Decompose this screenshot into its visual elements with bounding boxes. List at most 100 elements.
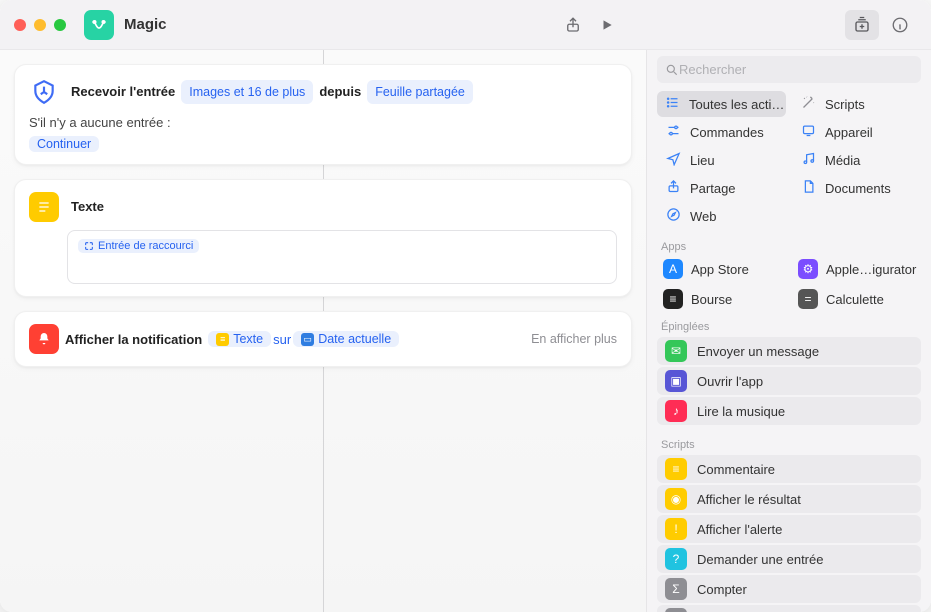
item-label: Lire la musique <box>697 404 785 419</box>
no-input-behaviour-token[interactable]: Continuer <box>29 136 99 152</box>
share-button[interactable] <box>556 10 590 40</box>
section-pinned-label: Épinglées <box>647 315 931 335</box>
app-icon: = <box>798 289 818 309</box>
app-icon: ▣ <box>665 370 687 392</box>
item-label: Compter <box>697 582 747 597</box>
section-apps-label: Apps <box>647 235 931 255</box>
share-icon <box>665 179 681 197</box>
no-input-label: S'il n'y a aucune entrée : <box>29 115 617 130</box>
date-variable-icon: ▭ <box>301 333 314 346</box>
app-icon: A <box>663 259 683 279</box>
shortcut-title: Magic <box>124 16 167 33</box>
list-icon <box>665 95 680 113</box>
search-input[interactable] <box>679 62 913 77</box>
item-label: Demander une entrée <box>697 552 823 567</box>
script-item[interactable]: ΣCompter <box>657 575 921 603</box>
notification-text-token[interactable]: ≡ Texte <box>208 331 271 347</box>
device-icon <box>800 123 816 141</box>
action-title-label: Afficher la notification <box>65 332 202 347</box>
script-item[interactable]: ? Demander une entrée <box>657 545 921 573</box>
category-label: Appareil <box>825 125 873 140</box>
action-title-label: Recevoir l'entrée <box>71 80 175 103</box>
item-label: App Store <box>691 262 749 277</box>
doc-icon <box>800 179 816 197</box>
category-label: Web <box>690 209 717 224</box>
shortcut-input-variable-token[interactable]: Entrée de raccourci <box>78 239 199 253</box>
category-label: Lieu <box>690 153 715 168</box>
script-item[interactable]: ≡ Commentaire <box>657 455 921 483</box>
input-source-token[interactable]: Feuille partagée <box>367 80 473 105</box>
search-field[interactable] <box>657 56 921 83</box>
category-slider[interactable]: Commandes <box>657 119 786 145</box>
app-item[interactable]: ⚙ Apple…igurator <box>792 255 921 283</box>
pinned-item[interactable]: ▣Ouvrir l'app <box>657 367 921 395</box>
app-item[interactable]: = Calculette <box>792 285 921 313</box>
window-controls[interactable] <box>14 19 66 31</box>
category-share[interactable]: Partage <box>657 175 786 201</box>
category-doc[interactable]: Documents <box>792 175 921 201</box>
category-label: Scripts <box>825 97 865 112</box>
app-icon: ? <box>665 548 687 570</box>
library-toggle-button[interactable] <box>845 10 879 40</box>
run-button[interactable] <box>590 10 624 40</box>
notification-date-token[interactable]: ▭ Date actuelle <box>293 331 399 347</box>
token-text-label: Texte <box>233 332 263 346</box>
action-title-label: Texte <box>71 195 104 218</box>
category-wand[interactable]: Scripts <box>792 91 921 117</box>
word-on: sur <box>273 332 291 347</box>
app-icon: ≡ <box>665 458 687 480</box>
script-item[interactable]: ☰Choisir dans le menu <box>657 605 921 612</box>
category-label: Documents <box>825 181 891 196</box>
app-item[interactable]: A App Store <box>657 255 786 283</box>
item-label: Calculette <box>826 292 884 307</box>
item-label: Apple…igurator <box>826 262 916 277</box>
notification-icon <box>29 324 59 354</box>
word-from: depuis <box>319 80 361 103</box>
fullscreen-window-icon[interactable] <box>54 19 66 31</box>
action-show-notification[interactable]: Afficher la notification ≡ Texte sur ▭ D… <box>14 311 632 367</box>
safari-icon <box>665 207 681 225</box>
token-date-label: Date actuelle <box>318 332 391 346</box>
music-icon <box>800 151 816 169</box>
category-label: Toutes les acti… <box>689 97 784 112</box>
category-device[interactable]: Appareil <box>792 119 921 145</box>
action-receive-input[interactable]: Recevoir l'entrée Images et 16 de plus d… <box>14 64 632 165</box>
app-icon: ✉ <box>665 340 687 362</box>
pinned-item[interactable]: ✉ Envoyer un message <box>657 337 921 365</box>
pinned-item[interactable]: ♪Lire la musique <box>657 397 921 425</box>
category-safari[interactable]: Web <box>657 203 786 229</box>
receive-input-icon <box>29 77 59 107</box>
show-more-button[interactable]: En afficher plus <box>531 332 617 346</box>
input-types-token[interactable]: Images et 16 de plus <box>181 80 313 105</box>
item-label: Envoyer un message <box>697 344 819 359</box>
category-label: Commandes <box>690 125 764 140</box>
minimize-window-icon[interactable] <box>34 19 46 31</box>
text-variable-icon: ≡ <box>216 333 229 346</box>
script-item[interactable]: !Afficher l'alerte <box>657 515 921 543</box>
script-item[interactable]: ◉ Afficher le résultat <box>657 485 921 513</box>
shortcut-app-icon <box>84 10 114 40</box>
category-nav[interactable]: Lieu <box>657 147 786 173</box>
variable-label: Entrée de raccourci <box>98 240 193 252</box>
section-scripts-label: Scripts <box>647 433 931 453</box>
category-label: Média <box>825 153 860 168</box>
action-text[interactable]: Texte Entrée de raccourci <box>14 179 632 297</box>
wand-icon <box>800 95 816 113</box>
close-window-icon[interactable] <box>14 19 26 31</box>
slider-icon <box>665 123 681 141</box>
app-item[interactable]: ≡Bourse <box>657 285 786 313</box>
app-icon: ⚙ <box>798 259 818 279</box>
text-input-field[interactable]: Entrée de raccourci <box>67 230 617 284</box>
app-icon: ☰ <box>665 608 687 612</box>
item-label: Afficher le résultat <box>697 492 801 507</box>
category-music[interactable]: Média <box>792 147 921 173</box>
info-button[interactable] <box>883 10 917 40</box>
app-icon: ! <box>665 518 687 540</box>
app-icon: ◉ <box>665 488 687 510</box>
item-label: Commentaire <box>697 462 775 477</box>
nav-icon <box>665 151 681 169</box>
text-action-icon <box>29 192 59 222</box>
category-list[interactable]: Toutes les acti… <box>657 91 786 117</box>
search-icon <box>665 63 679 77</box>
item-label: Bourse <box>691 292 732 307</box>
